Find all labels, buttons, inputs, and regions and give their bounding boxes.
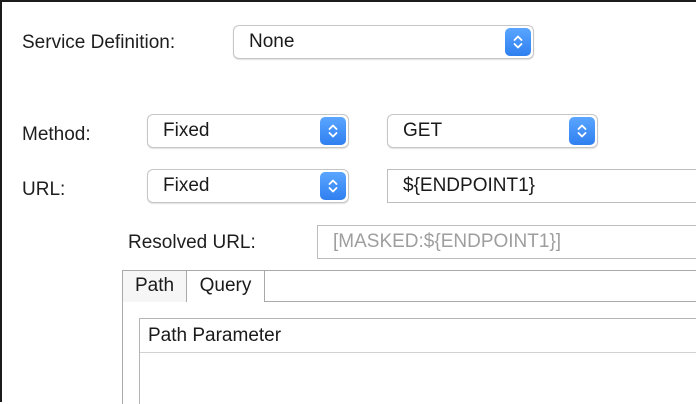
parameters-tab-view: Path Query Path Parameter — [122, 270, 696, 404]
service-definition-value: None — [249, 31, 295, 52]
method-value-select[interactable]: GET — [387, 114, 598, 148]
method-value: GET — [403, 120, 443, 141]
tab-path[interactable]: Path — [123, 271, 187, 302]
service-definition-label: Service Definition: — [22, 32, 176, 53]
url-mode-value: Fixed — [163, 175, 210, 196]
resolved-url-field — [317, 225, 696, 259]
url-field[interactable] — [387, 169, 696, 203]
resolved-url-input — [318, 226, 696, 258]
service-definition-select[interactable]: None — [233, 25, 534, 59]
tab-query[interactable]: Query — [187, 271, 265, 302]
chevron-up-down-icon — [505, 28, 531, 56]
chevron-up-down-icon — [320, 172, 346, 200]
method-mode-select[interactable]: Fixed — [147, 114, 349, 148]
method-mode-value: Fixed — [163, 120, 210, 141]
chevron-up-down-icon — [320, 117, 346, 145]
method-label: Method: — [22, 124, 91, 145]
path-parameters-table: Path Parameter — [139, 318, 696, 404]
url-input[interactable] — [388, 170, 696, 202]
url-label: URL: — [22, 179, 66, 200]
column-header-path-parameter[interactable]: Path Parameter — [140, 319, 696, 353]
resolved-url-label: Resolved URL: — [128, 232, 256, 253]
dialog-panel: Service Definition: None Method: Fixed G… — [0, 0, 696, 404]
url-mode-select[interactable]: Fixed — [147, 169, 349, 203]
tab-strip: Path Query — [123, 270, 696, 302]
chevron-up-down-icon — [569, 117, 595, 145]
